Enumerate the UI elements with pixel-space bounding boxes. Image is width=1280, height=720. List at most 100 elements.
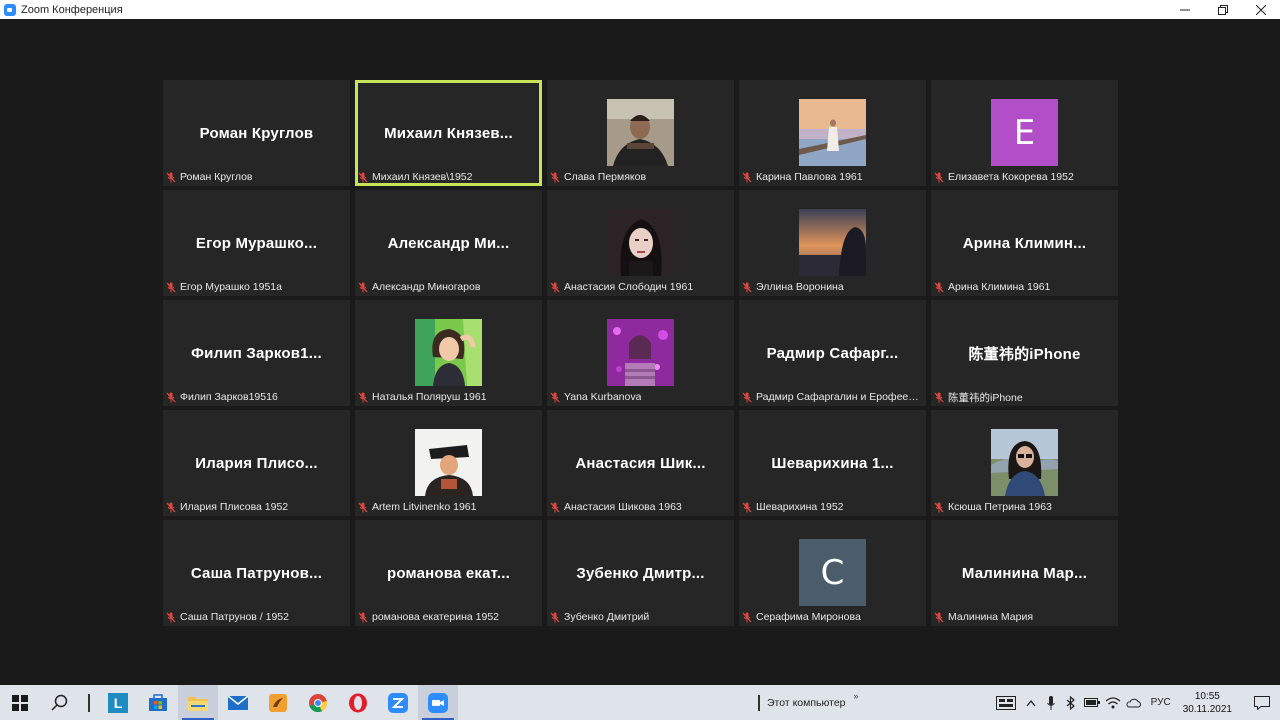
cloud-icon [1126,698,1141,707]
participant-tile[interactable]: Наталья Поляруш 1961 [355,300,542,406]
lingualeo-icon: L [108,692,128,713]
participant-tile[interactable]: 陈董祎的iPhone 陈董祎的iPhone [931,300,1118,406]
participant-name-label: Карина Павлова 1961 [756,171,863,183]
zoom-meeting-app[interactable] [418,685,458,720]
participant-tile[interactable]: E Елизавета Кокорева 1952 [931,80,1118,186]
participant-name-bar: Елизавета Кокорева 1952 [934,170,1114,184]
participant-name-label: Илария Плисова 1952 [180,501,289,513]
participant-name-label: Наталья Поляруш 1961 [372,391,487,403]
participant-tile[interactable]: Artem Litvinenko 1961 [355,410,542,516]
onedrive-tray-button[interactable] [1123,685,1145,720]
participant-tile[interactable]: Радмир Сафарг... Радмир Сафаргалин и Ероф… [739,300,926,406]
participant-tile[interactable]: Филип Зарков1... Филип Зарков19516 [163,300,350,406]
clock-time: 10:55 [1194,690,1220,702]
muted-microphone-icon [934,172,944,182]
participant-tile[interactable]: Зубенко Дмитр... Зубенко Дмитрий [547,520,734,626]
lingualeo-app[interactable]: L [98,685,138,720]
participant-tile[interactable]: Слава Пермяков [547,80,734,186]
search-button[interactable] [40,685,80,720]
notifications-button[interactable] [1244,685,1280,720]
task-view-button[interactable] [991,685,1021,720]
windows-start-button[interactable] [0,685,40,720]
mail-icon [228,695,248,710]
participant-name-label: Зубенко Дмитрий [564,611,650,623]
chrome-app[interactable] [298,685,338,720]
participant-tile[interactable]: Шеварихина 1... Шеварихина 1952 [739,410,926,516]
participant-profile-photo [799,99,866,166]
windows-start-icon [12,694,28,711]
participant-name-bar: Artem Litvinenko 1961 [358,500,538,514]
participant-name-label: Эллина Воронина [756,281,844,293]
participant-tile[interactable]: Yana Kurbanova [547,300,734,406]
participant-tile[interactable]: Анастасия Шик... Анастасия Шикова 1963 [547,410,734,516]
participant-tile[interactable]: Егор Мурашко... Егор Мурашко 1951а [163,190,350,296]
close-button[interactable] [1242,0,1280,19]
participant-tile[interactable]: романова екат... романова екатерина 1952 [355,520,542,626]
chevron-right-icon[interactable]: » [854,691,859,701]
participant-profile-photo [607,209,674,276]
participant-name-label: Филип Зарков19516 [180,391,278,403]
muted-microphone-icon [166,392,176,402]
window-title: Zoom Конференция [21,3,123,16]
participant-name-label: Михаил Князев\1952 [372,171,473,183]
store-app[interactable] [138,685,178,720]
this-computer-toolbar[interactable]: Этот компьютер » [758,685,859,720]
muted-microphone-icon [166,502,176,512]
participant-tile[interactable]: Карина Павлова 1961 [739,80,926,186]
participant-tile[interactable]: Михаил Князев... Михаил Князев\1952 [355,80,542,186]
wifi-tray-button[interactable] [1103,685,1123,720]
participant-tile[interactable]: Саша Патрунов... Саша Патрунов / 1952 [163,520,350,626]
battery-icon [1083,698,1100,707]
participant-tile[interactable]: Роман Круглов Роман Круглов [163,80,350,186]
chevron-up-icon [1026,699,1036,706]
maximize-button[interactable] [1204,0,1242,19]
clock[interactable]: 10:55 30.11.2021 [1183,690,1232,716]
battery-tray-button[interactable] [1081,685,1103,720]
participant-name-bar: Эллина Воронина [742,280,922,294]
zoom-app[interactable] [378,685,418,720]
participant-tile[interactable]: Илария Плисо... Илария Плисова 1952 [163,410,350,516]
opera-icon [349,693,367,712]
language-indicator[interactable]: РУС [1151,697,1171,708]
bluetooth-icon [1066,695,1075,710]
participant-name-label: Слава Пермяков [564,171,647,183]
participant-name-label: Ксюша Петрина 1963 [948,501,1052,513]
participant-tile[interactable]: Ксюша Петрина 1963 [931,410,1118,516]
participant-name-bar: Илария Плисова 1952 [166,500,346,514]
paint-icon [269,693,287,712]
opera-app[interactable] [338,685,378,720]
muted-microphone-icon [550,392,560,402]
window-controls [1166,0,1280,19]
participant-name-label: Серафима Миронова [756,611,861,623]
minimize-button[interactable] [1166,0,1204,19]
muted-microphone-icon [742,392,752,402]
meeting-stage: Роман Круглов Роман Круглов Михаил Князев.… [0,19,1280,685]
microphone-tray-button[interactable] [1041,685,1061,720]
participant-tile[interactable]: Эллина Воронина [739,190,926,296]
window-title-bar: Zoom Конференция [0,0,1280,19]
participant-tile[interactable]: Малинина Мар... Малинина Мария [931,520,1118,626]
participant-tile[interactable]: Анастасия Слободич 1961 [547,190,734,296]
participant-tile[interactable]: Арина Климин... Арина Климина 1961 [931,190,1118,296]
toolbar-separator [758,694,760,711]
bluetooth-tray-button[interactable] [1061,685,1081,720]
show-hidden-icons-button[interactable] [1021,685,1041,720]
participant-tile[interactable]: Александр Ми... Александр Миногаров [355,190,542,296]
participant-name-label: романова екатерина 1952 [372,611,500,623]
taskbar: L Этот компьютер » РУС 10:55 30.11.2021 [0,685,1280,720]
muted-microphone-icon [166,612,176,622]
participant-name-label: Елизавета Кокорева 1952 [948,171,1074,183]
participant-name-bar: Михаил Князев\1952 [358,170,538,184]
muted-microphone-icon [934,392,944,402]
participant-profile-photo [415,429,482,496]
chrome-icon [309,693,328,712]
participant-name-bar: романова екатерина 1952 [358,610,538,624]
file-explorer-app[interactable] [178,685,218,720]
participant-tile[interactable]: C Серафима Миронова [739,520,926,626]
participant-name-label: Егор Мурашко 1951а [180,281,282,293]
file-explorer-icon [188,696,208,711]
mail-app[interactable] [218,685,258,720]
paint-app[interactable] [258,685,298,720]
participant-name-label: Анастасия Слободич 1961 [564,281,694,293]
participant-name-bar: Анастасия Шикова 1963 [550,500,730,514]
